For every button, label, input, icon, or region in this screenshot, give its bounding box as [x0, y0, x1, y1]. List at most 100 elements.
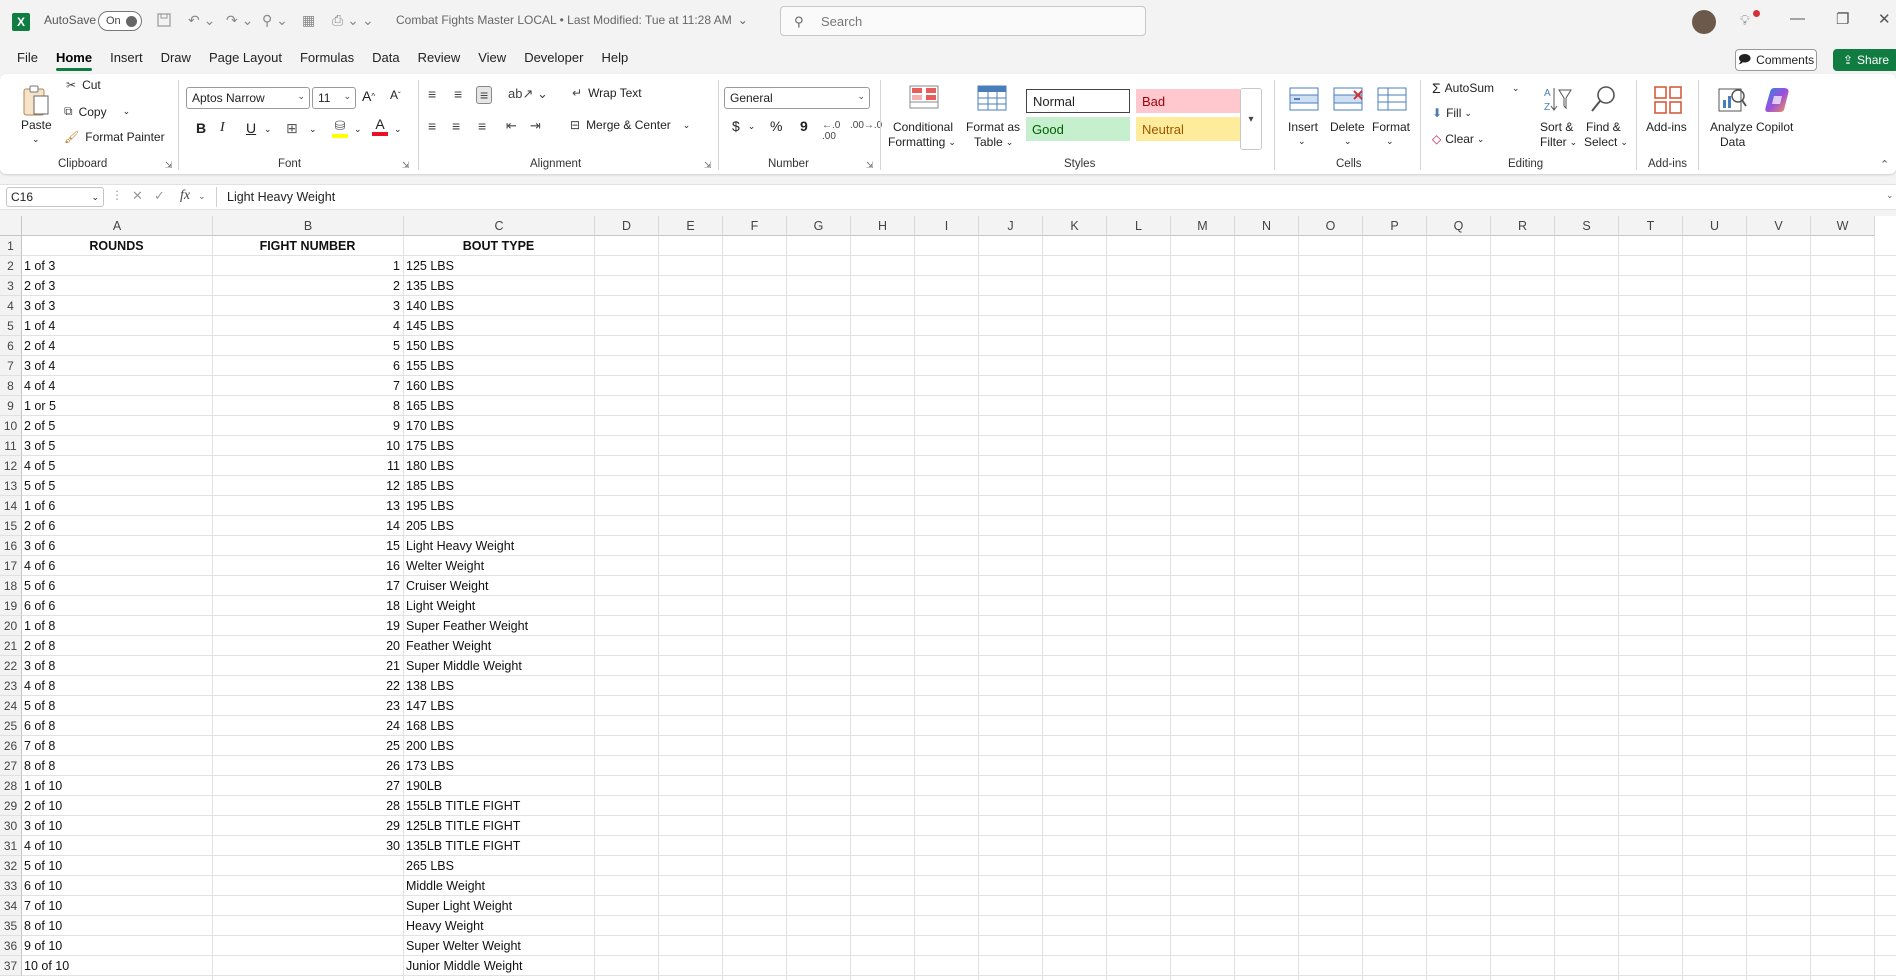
borders-chevron-icon[interactable]: ⌄: [309, 124, 317, 135]
cell-rounds[interactable]: 2 of 5: [24, 416, 209, 436]
column-header-k[interactable]: K: [1043, 216, 1107, 236]
cell-rounds[interactable]: 3 of 8: [24, 656, 209, 676]
fill-button[interactable]: ⬇ Fill ⌄: [1432, 106, 1472, 120]
analyze-data-label[interactable]: Analyze: [1710, 120, 1753, 134]
cancel-icon[interactable]: ✕: [132, 188, 143, 204]
format-painter-button[interactable]: 🖌︎ Format Painter: [64, 130, 165, 144]
expand-formula-icon[interactable]: ⌄: [1886, 190, 1894, 201]
cell-bout-type[interactable]: Middle Weight: [406, 876, 591, 896]
cell-bout-type[interactable]: 140 LBS: [406, 296, 591, 316]
close-icon[interactable]: ✕: [1878, 10, 1891, 28]
row-header-6[interactable]: 6: [0, 336, 22, 356]
tab-draw[interactable]: Draw: [152, 44, 200, 72]
cell-rounds[interactable]: 10 of 10: [24, 956, 209, 976]
cell-fight-number[interactable]: 26: [215, 756, 400, 776]
analyze-data-label2[interactable]: Data: [1720, 135, 1745, 149]
row-header-34[interactable]: 34: [0, 896, 22, 916]
row-header-15[interactable]: 15: [0, 516, 22, 536]
font-size-dropdown[interactable]: 11 ⌄: [312, 87, 356, 109]
sort-filter-icon[interactable]: AZ: [1542, 84, 1574, 116]
restore-icon[interactable]: ❐: [1836, 10, 1849, 28]
row-header-37[interactable]: 37: [0, 956, 22, 976]
column-header-s[interactable]: S: [1555, 216, 1619, 236]
cell-rounds[interactable]: 3 of 4: [24, 356, 209, 376]
font-color-icon[interactable]: A: [372, 116, 388, 136]
name-box[interactable]: C16 ⌄: [6, 187, 104, 207]
paste-button[interactable]: Paste: [21, 118, 52, 132]
row-header-17[interactable]: 17: [0, 556, 22, 576]
row-header-24[interactable]: 24: [0, 696, 22, 716]
cell-fight-number[interactable]: 22: [215, 676, 400, 696]
row-header-23[interactable]: 23: [0, 676, 22, 696]
number-launcher-icon[interactable]: ⇲: [866, 160, 874, 171]
italic-button[interactable]: I: [220, 120, 225, 136]
cell-rounds[interactable]: 1 of 4: [24, 316, 209, 336]
cell-fight-number[interactable]: 11: [215, 456, 400, 476]
tab-formulas[interactable]: Formulas: [291, 44, 363, 72]
cell-fight-number[interactable]: 25: [215, 736, 400, 756]
cell-fight-number[interactable]: 12: [215, 476, 400, 496]
align-left-icon[interactable]: ≡: [428, 118, 436, 134]
cell-fight-number[interactable]: 17: [215, 576, 400, 596]
font-color-chevron-icon[interactable]: ⌄: [394, 124, 402, 135]
row-header-19[interactable]: 19: [0, 596, 22, 616]
formula-input[interactable]: Light Heavy Weight: [216, 187, 1896, 207]
format-cells-label[interactable]: Format: [1372, 120, 1410, 134]
format-chevron-icon[interactable]: ⌄: [1386, 136, 1394, 147]
align-top-icon[interactable]: ≡: [428, 86, 436, 102]
cell-fight-number[interactable]: 30: [215, 836, 400, 856]
column-header-a[interactable]: A: [22, 216, 213, 236]
column-header-t[interactable]: T: [1619, 216, 1683, 236]
addins-button-label[interactable]: Add-ins: [1646, 120, 1687, 134]
cell-fight-number[interactable]: 19: [215, 616, 400, 636]
currency-button[interactable]: $ ⌄: [732, 118, 755, 134]
row-header-4[interactable]: 4: [0, 296, 22, 316]
column-header-r[interactable]: R: [1491, 216, 1555, 236]
header-bout-type[interactable]: BOUT TYPE: [406, 236, 591, 256]
cell-fight-number[interactable]: [215, 896, 400, 916]
fill-chevron-icon[interactable]: ⌄: [354, 124, 362, 135]
format-painter-qat-icon[interactable]: ⚲ ⌄: [262, 12, 288, 29]
fill-color-icon[interactable]: ⛁: [332, 118, 348, 138]
cell-fight-number[interactable]: 3: [215, 296, 400, 316]
copilot-icon[interactable]: [1762, 84, 1794, 116]
cell-fight-number[interactable]: 14: [215, 516, 400, 536]
cell-rounds[interactable]: 2 of 3: [24, 276, 209, 296]
decrease-indent-icon[interactable]: ⇤: [506, 118, 517, 134]
format-cells-icon[interactable]: [1376, 86, 1408, 118]
cell-bout-type[interactable]: Super Light Weight: [406, 896, 591, 916]
autosave-toggle[interactable]: On: [98, 11, 142, 31]
cell-rounds[interactable]: 5 of 8: [24, 696, 209, 716]
row-header-21[interactable]: 21: [0, 636, 22, 656]
decrease-font-icon[interactable]: Aˇ: [390, 88, 401, 102]
cell-bout-type[interactable]: 180 LBS: [406, 456, 591, 476]
styles-expand-icon[interactable]: ▾: [1240, 88, 1262, 150]
find-select-icon[interactable]: [1588, 84, 1620, 116]
cell-bout-type[interactable]: Heavy Weight: [406, 916, 591, 936]
select-all-corner[interactable]: [0, 216, 22, 236]
cell-rounds[interactable]: 6 of 10: [24, 876, 209, 896]
cell-fight-number[interactable]: 20: [215, 636, 400, 656]
row-header-7[interactable]: 7: [0, 356, 22, 376]
function-chevron-icon[interactable]: ⌄: [198, 191, 206, 202]
row-header-32[interactable]: 32: [0, 856, 22, 876]
cell-rounds[interactable]: 4 of 5: [24, 456, 209, 476]
cell-bout-type[interactable]: 175 LBS: [406, 436, 591, 456]
table-qat-icon[interactable]: ▦: [302, 12, 315, 29]
enter-icon[interactable]: ✓: [154, 188, 165, 204]
merge-center-button[interactable]: ⊟ Merge & Center ⌄: [570, 118, 690, 132]
tab-file[interactable]: File: [8, 44, 47, 72]
comma-button[interactable]: 9: [800, 118, 808, 134]
cell-bout-type[interactable]: Light Weight: [406, 596, 591, 616]
column-header-l[interactable]: L: [1107, 216, 1171, 236]
column-header-i[interactable]: I: [915, 216, 979, 236]
cell-rounds[interactable]: 4 of 8: [24, 676, 209, 696]
row-header-28[interactable]: 28: [0, 776, 22, 796]
format-as-table-icon[interactable]: [976, 84, 1008, 116]
print-qat-icon[interactable]: ⎙ ⌄: [332, 12, 359, 29]
header-fight-number[interactable]: FIGHT NUMBER: [215, 236, 400, 256]
conditional-formatting-label[interactable]: Conditional: [890, 120, 956, 134]
cell-rounds[interactable]: 3 of 3: [24, 296, 209, 316]
cell-bout-type[interactable]: Junior Middle Weight: [406, 956, 591, 976]
autosum-button[interactable]: Σ AutoSum ⌄: [1432, 80, 1520, 96]
